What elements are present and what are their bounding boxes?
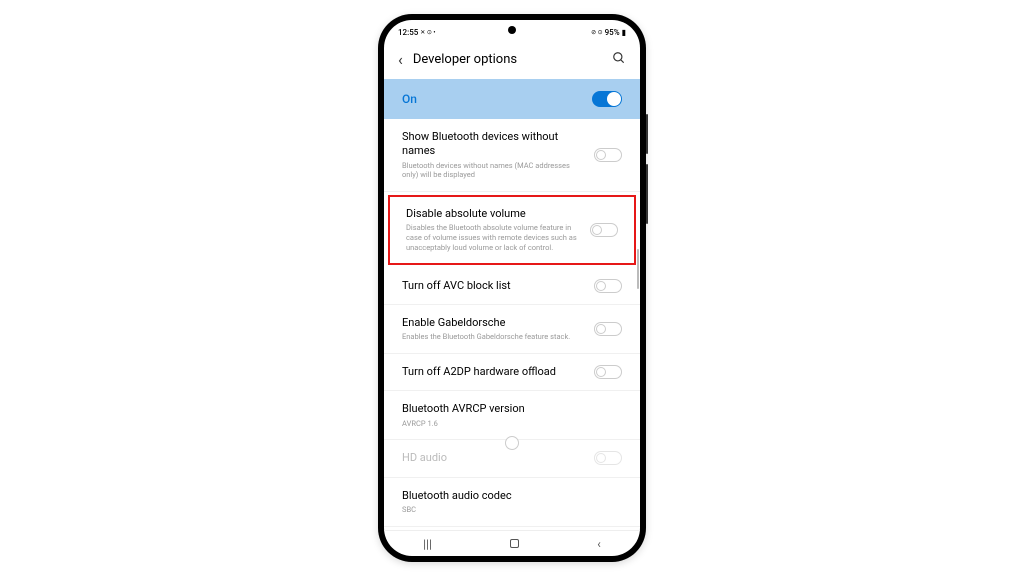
row-audio-codec[interactable]: Bluetooth audio codec SBC (384, 477, 640, 527)
toggle-off[interactable] (594, 365, 622, 379)
row-subtitle: AVRCP 1.6 (402, 419, 622, 429)
row-subtitle: SBC (402, 505, 622, 515)
toggle-off[interactable] (594, 322, 622, 336)
status-left-icons: ✕ ⊙ • (420, 29, 435, 36)
toggle-off[interactable] (594, 148, 622, 162)
toggle-off[interactable] (594, 279, 622, 293)
toggle-off[interactable] (590, 223, 618, 237)
row-show-bt-devices[interactable]: Show Bluetooth devices without names Blu… (384, 119, 640, 192)
nav-home-icon[interactable] (510, 539, 519, 548)
phone-frame: 12:55 ✕ ⊙ • ⊘ ⊙ 95% ▮ ‹ Developer option… (378, 14, 646, 562)
nav-recents-icon[interactable]: ||| (423, 537, 432, 551)
status-battery: 95% (605, 28, 620, 37)
nav-bar: ||| ‹ (384, 530, 640, 556)
screen: 12:55 ✕ ⊙ • ⊘ ⊙ 95% ▮ ‹ Developer option… (384, 20, 640, 556)
row-disable-absolute-volume-highlighted[interactable]: Disable absolute volume Disables the Blu… (388, 195, 636, 265)
row-subtitle: Disables the Bluetooth absolute volume f… (406, 223, 580, 252)
nav-back-icon[interactable]: ‹ (597, 537, 601, 551)
toggle-disabled (594, 451, 622, 465)
status-time: 12:55 (398, 28, 418, 37)
row-title: Enable Gabeldorsche (402, 316, 584, 330)
master-toggle[interactable] (592, 91, 622, 107)
row-sample-rate[interactable]: Bluetooth audio sample rate (384, 527, 640, 530)
master-label: On (402, 92, 417, 106)
row-title: Show Bluetooth devices without names (402, 130, 584, 159)
back-icon[interactable]: ‹ (398, 50, 403, 69)
battery-icon: ▮ (622, 28, 626, 37)
row-gabeldorsche[interactable]: Enable Gabeldorsche Enables the Bluetoot… (384, 305, 640, 354)
settings-list: Show Bluetooth devices without names Blu… (384, 119, 640, 530)
volume-button (646, 114, 648, 154)
row-title: Bluetooth AVRCP version (402, 402, 622, 416)
row-title: Turn off AVC block list (402, 279, 584, 293)
search-icon[interactable] (612, 50, 626, 69)
app-header: ‹ Developer options (384, 40, 640, 79)
row-avrcp-version[interactable]: Bluetooth AVRCP version AVRCP 1.6 (384, 391, 640, 440)
row-subtitle: Enables the Bluetooth Gabeldorsche featu… (402, 332, 584, 342)
row-avc-block-list[interactable]: Turn off AVC block list (384, 268, 640, 305)
row-title: Disable absolute volume (406, 207, 580, 221)
row-title: Bluetooth audio codec (402, 489, 622, 503)
master-toggle-row[interactable]: On (384, 79, 640, 119)
status-right-icons: ⊘ ⊙ (591, 29, 603, 36)
page-title: Developer options (413, 52, 602, 67)
scrollbar[interactable] (637, 249, 639, 289)
row-title: HD audio (402, 451, 584, 465)
row-title: Turn off A2DP hardware offload (402, 365, 584, 379)
front-camera (508, 26, 516, 34)
row-a2dp-offload[interactable]: Turn off A2DP hardware offload (384, 354, 640, 391)
row-subtitle: Bluetooth devices without names (MAC add… (402, 161, 584, 181)
loading-spinner-icon (505, 436, 519, 450)
power-button (646, 164, 648, 224)
